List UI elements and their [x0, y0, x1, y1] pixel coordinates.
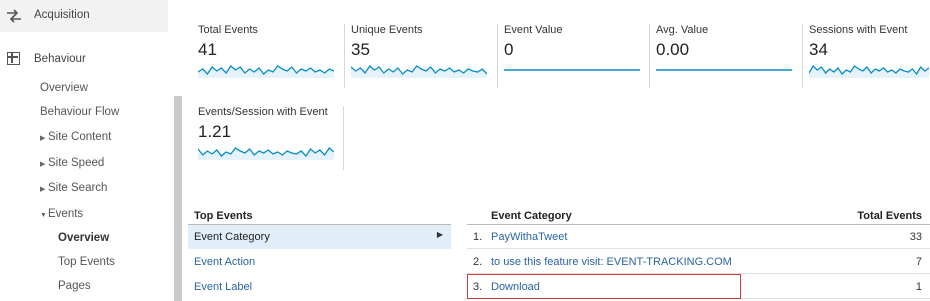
expand-icon: ▶	[40, 161, 46, 168]
sparkline	[351, 65, 487, 78]
metric-label: Avg. Value	[656, 24, 709, 36]
sidebar-item-events[interactable]: ▼Events	[40, 208, 83, 220]
metric-value: 0.00	[656, 40, 690, 59]
sidebar-item-label: Events	[48, 208, 84, 220]
metric-value: 35	[351, 40, 370, 59]
metric-label: Unique Events	[351, 24, 423, 36]
sidebar-item-events-overview[interactable]: Overview	[58, 232, 109, 244]
divider	[497, 24, 498, 88]
sidebar-item-label: Site Content	[48, 131, 112, 143]
sparkline-flat	[504, 69, 640, 71]
sidebar-item-label: Top Events	[58, 256, 115, 268]
metric-label: Total Events	[198, 24, 258, 36]
metric-total-events: Total Events 41	[198, 24, 338, 106]
metric-value: 34	[809, 40, 828, 59]
metric-avg-value: Avg. Value 0.00	[649, 24, 796, 106]
row-total: 1	[915, 281, 922, 293]
metric-sessions-with-event: Sessions with Event 34	[802, 24, 930, 106]
collapse-icon: ▼	[40, 212, 47, 219]
row-category-link[interactable]: PayWithaTweet	[491, 231, 567, 243]
sidebar-item-pages[interactable]: Pages	[58, 280, 91, 292]
row-total: 7	[915, 256, 922, 268]
table-row: 1. PayWithaTweet 33	[467, 225, 930, 249]
divider	[802, 24, 803, 88]
sidebar-item-site-content[interactable]: ▶ Site Content	[40, 131, 111, 143]
expand-icon: ▶	[40, 186, 46, 193]
sidebar-item-acquisition[interactable]: Acquisition	[0, 0, 168, 32]
divider	[343, 106, 344, 170]
row-category-link[interactable]: to use this feature visit: EVENT-TRACKIN…	[491, 256, 732, 268]
dimension-event-category[interactable]: Event Category ▶	[188, 225, 451, 249]
acquisition-icon	[7, 9, 21, 23]
chevron-right-icon: ▶	[436, 230, 443, 239]
dimension-label: Event Category	[194, 231, 270, 243]
metric-event-value: Event Value 0	[497, 24, 644, 106]
sidebar-item-label: Behaviour	[34, 53, 86, 65]
sparkline-flat	[656, 69, 792, 71]
sparkline	[809, 64, 929, 78]
dimension-label: Event Action	[194, 256, 256, 268]
metric-value: 1.21	[198, 122, 232, 141]
metric-unique-events: Unique Events 35	[344, 24, 491, 106]
metric-events-per-session: Events/Session with Event 1.21	[198, 106, 344, 188]
sidebar-item-top-events[interactable]: Top Events	[58, 256, 115, 268]
sidebar-item-label: Behaviour Flow	[40, 106, 120, 118]
row-total: 33	[909, 231, 922, 243]
dimension-label: Event Label	[194, 281, 253, 293]
sparkline	[198, 65, 334, 78]
metric-label: Event Value	[504, 24, 563, 36]
sidebar-item-overview[interactable]: Overview	[40, 82, 88, 94]
sparkline	[198, 147, 334, 160]
expand-icon: ▶	[40, 135, 46, 142]
metric-label: Sessions with Event	[809, 24, 908, 36]
sidebar-item-label: Acquisition	[34, 9, 90, 21]
table-row: 2. to use this feature visit: EVENT-TRAC…	[467, 250, 930, 274]
sidebar-item-behaviour-flow[interactable]: Behaviour Flow	[40, 106, 119, 118]
dimension-event-label[interactable]: Event Label	[188, 275, 451, 299]
row-number: 1.	[473, 231, 483, 243]
metric-value: 0	[504, 40, 514, 59]
row-number: 2.	[473, 256, 483, 268]
sidebar-item-label: Pages	[58, 280, 91, 292]
metric-value: 41	[198, 40, 217, 59]
behaviour-icon	[7, 52, 20, 65]
sidebar: Acquisition Behaviour Overview Behaviour…	[0, 0, 182, 301]
column-header-category: Event Category	[491, 210, 572, 222]
sidebar-item-label: Site Speed	[48, 157, 105, 169]
sidebar-item-label: Site Search	[48, 182, 108, 194]
sidebar-item-label: Overview	[40, 82, 88, 94]
dimension-event-action[interactable]: Event Action	[188, 250, 451, 274]
column-header-total: Total Events	[857, 210, 922, 222]
divider	[649, 24, 650, 88]
highlight-box	[467, 274, 741, 299]
sidebar-item-site-search[interactable]: ▶ Site Search	[40, 182, 107, 194]
sidebar-item-site-speed[interactable]: ▶ Site Speed	[40, 157, 104, 169]
divider	[344, 24, 345, 88]
sidebar-scrollbar[interactable]	[174, 96, 182, 301]
metric-label: Events/Session with Event	[198, 106, 328, 118]
sidebar-item-label: Overview	[58, 232, 110, 244]
top-events-heading: Top Events	[194, 210, 253, 222]
